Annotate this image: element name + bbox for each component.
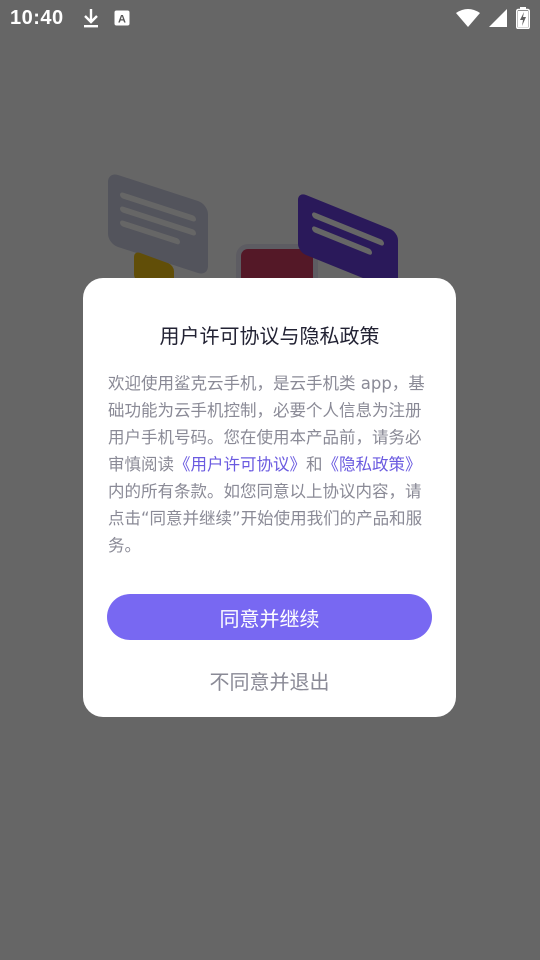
privacy-consent-dialog: 用户许可协议与隐私政策 欢迎使用鲨克云手机，是云手机类 app，基础功能为云手机… (83, 278, 456, 717)
disagree-exit-button[interactable]: 不同意并退出 (107, 660, 432, 700)
status-bar: 10:40 A (0, 0, 540, 36)
wifi-icon (456, 8, 480, 28)
battery-charging-icon (516, 7, 530, 29)
download-icon (82, 8, 100, 28)
status-time: 10:40 (10, 6, 64, 29)
a-badge-icon: A (114, 10, 130, 26)
svg-text:A: A (118, 14, 126, 26)
agree-continue-button[interactable]: 同意并继续 (107, 594, 432, 640)
body-text-part-2: 和 (306, 455, 323, 474)
dialog-body-text: 欢迎使用鲨克云手机，是云手机类 app，基础功能为云手机控制，必要个人信息为注册… (108, 370, 432, 559)
signal-icon (488, 8, 508, 28)
dialog-title: 用户许可协议与隐私政策 (159, 324, 380, 348)
user-agreement-link[interactable]: 《用户许可协议》 (174, 455, 306, 474)
privacy-policy-link[interactable]: 《隐私政策》 (323, 455, 422, 474)
body-text-part-3: 内的所有条款。如您同意以上协议内容，请点击“同意并继续”开始使用我们的产品和服务… (108, 482, 423, 555)
